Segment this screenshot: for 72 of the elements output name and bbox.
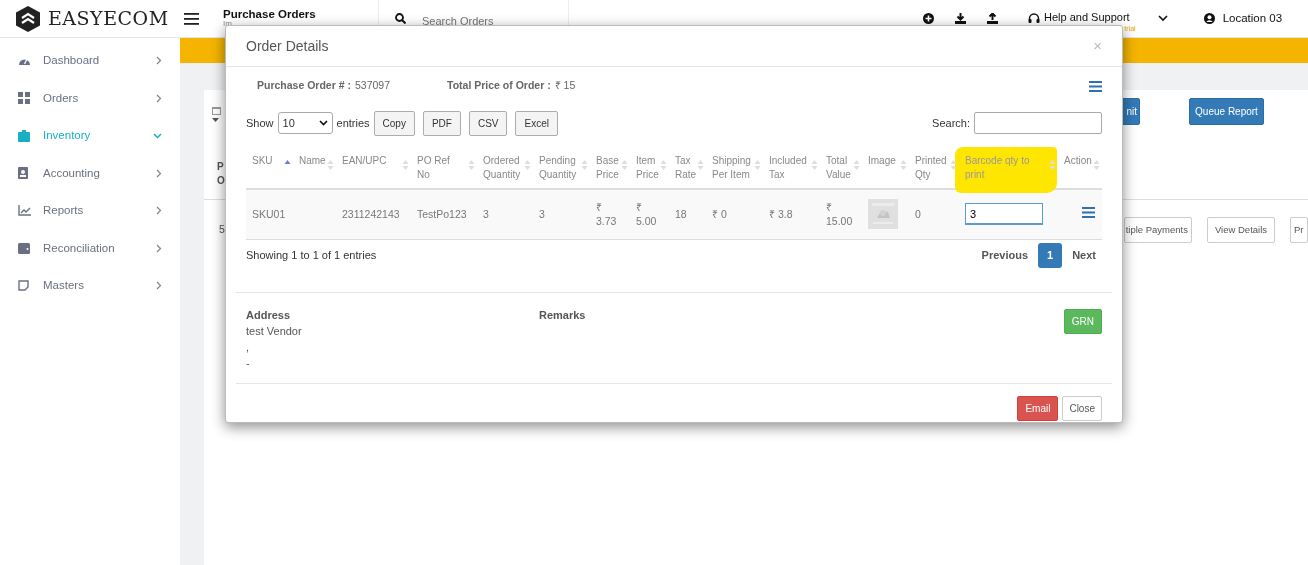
address-line: -	[246, 355, 250, 371]
column-header[interactable]: Total Value	[826, 154, 850, 182]
grn-button[interactable]: GRN	[1063, 308, 1102, 334]
export-button[interactable]: CSV	[468, 110, 508, 136]
sidebar-item[interactable]: Reconciliation	[0, 229, 180, 267]
pagination-link[interactable]: Next	[1066, 243, 1102, 268]
table-cell: ₹ 5.00	[636, 201, 657, 228]
total-price: ₹ 15	[554, 78, 576, 94]
barcode-qty-field[interactable]: 3	[965, 203, 1043, 226]
column-header[interactable]: Image	[868, 154, 897, 168]
entries-label: entries	[336, 115, 370, 131]
remarks-label: Remarks	[539, 307, 586, 323]
address-line: test Vendor	[246, 323, 302, 339]
column-header: O	[217, 175, 225, 186]
table-cell: ₹ 15.00	[826, 201, 853, 228]
sidebar-item[interactable]: Dashboard	[0, 42, 180, 80]
table-cell: 2311242143	[342, 208, 400, 221]
sidebar-item[interactable]: Masters	[0, 267, 180, 305]
column-header[interactable]: Base Price	[596, 154, 618, 182]
table-cell: 3	[483, 208, 489, 221]
payments-button[interactable]: tiple Payments	[1124, 216, 1192, 244]
address-line: ,	[246, 339, 250, 355]
column-header[interactable]: Name	[299, 154, 324, 168]
po-number: 537097	[354, 78, 390, 94]
column-header[interactable]: Action	[1064, 154, 1090, 168]
location-label[interactable]: Location 03	[1222, 9, 1283, 28]
table-cell: TestPo123	[417, 208, 467, 221]
export-button[interactable]: Excel	[515, 110, 558, 136]
help-link[interactable]: Help and Support	[1044, 11, 1130, 23]
view-details-button[interactable]: View Details	[1207, 216, 1275, 244]
table-cell: ₹ 3.8	[769, 208, 793, 221]
table-cell: ₹ 0	[712, 208, 727, 221]
sidebar-item[interactable]: Orders	[0, 79, 180, 117]
email-button[interactable]: Email	[1017, 395, 1059, 421]
column-header[interactable]: Tax Rate	[675, 154, 694, 182]
column-header[interactable]: Printed Qty	[915, 154, 947, 182]
logo-text: EASYECOM	[48, 6, 169, 32]
po-label: Purchase Order # :	[257, 78, 351, 94]
sidebar-item[interactable]: Reports	[0, 192, 180, 230]
table-info: Showing 1 to 1 of 1 entries	[246, 248, 377, 264]
sidebar-item[interactable]: Inventory	[0, 117, 180, 155]
pagination-link[interactable]: Previous	[975, 243, 1035, 268]
export-button[interactable]: PDF	[422, 110, 461, 136]
table-cell: SKU01	[252, 208, 286, 221]
page-size-select[interactable]: 10	[277, 112, 333, 134]
column-header[interactable]: PO Ref No	[417, 154, 465, 182]
column-header[interactable]: Item Price	[636, 154, 657, 182]
column-header[interactable]: SKU	[252, 154, 281, 168]
table-cell: 0	[915, 208, 921, 221]
column-header[interactable]: Included Tax	[769, 154, 808, 182]
table-cell: ₹ 3.73	[596, 201, 617, 228]
search-label: Search:	[932, 115, 970, 131]
column-header[interactable]: Shipping Per Item	[712, 154, 751, 182]
export-button[interactable]: Copy	[373, 110, 415, 136]
row-button[interactable]: Pr	[1290, 216, 1308, 244]
page-button[interactable]: 1	[1038, 243, 1063, 268]
table-cell: 3	[539, 208, 545, 221]
column-header[interactable]: Pending Quantity	[539, 154, 578, 182]
queue-report-button[interactable]: Queue Report	[1189, 98, 1264, 125]
address-label: Address	[246, 307, 291, 323]
show-label: Show	[246, 115, 274, 131]
close-button[interactable]: Close	[1062, 395, 1102, 421]
total-label: Total Price of Order :	[447, 78, 551, 94]
column-header[interactable]: Barcode qty to print	[965, 154, 1046, 182]
sidebar-item[interactable]: Accounting	[0, 154, 180, 192]
dialog-title: Order Details	[246, 36, 329, 56]
column-header[interactable]: Ordered Quantity	[483, 154, 521, 182]
page-title: Purchase Orders	[223, 7, 316, 21]
column-header[interactable]: EAN/UPC	[342, 154, 399, 168]
column-header: P	[217, 161, 224, 172]
table-cell: 18	[675, 208, 687, 221]
table-cell: 5	[219, 222, 225, 238]
